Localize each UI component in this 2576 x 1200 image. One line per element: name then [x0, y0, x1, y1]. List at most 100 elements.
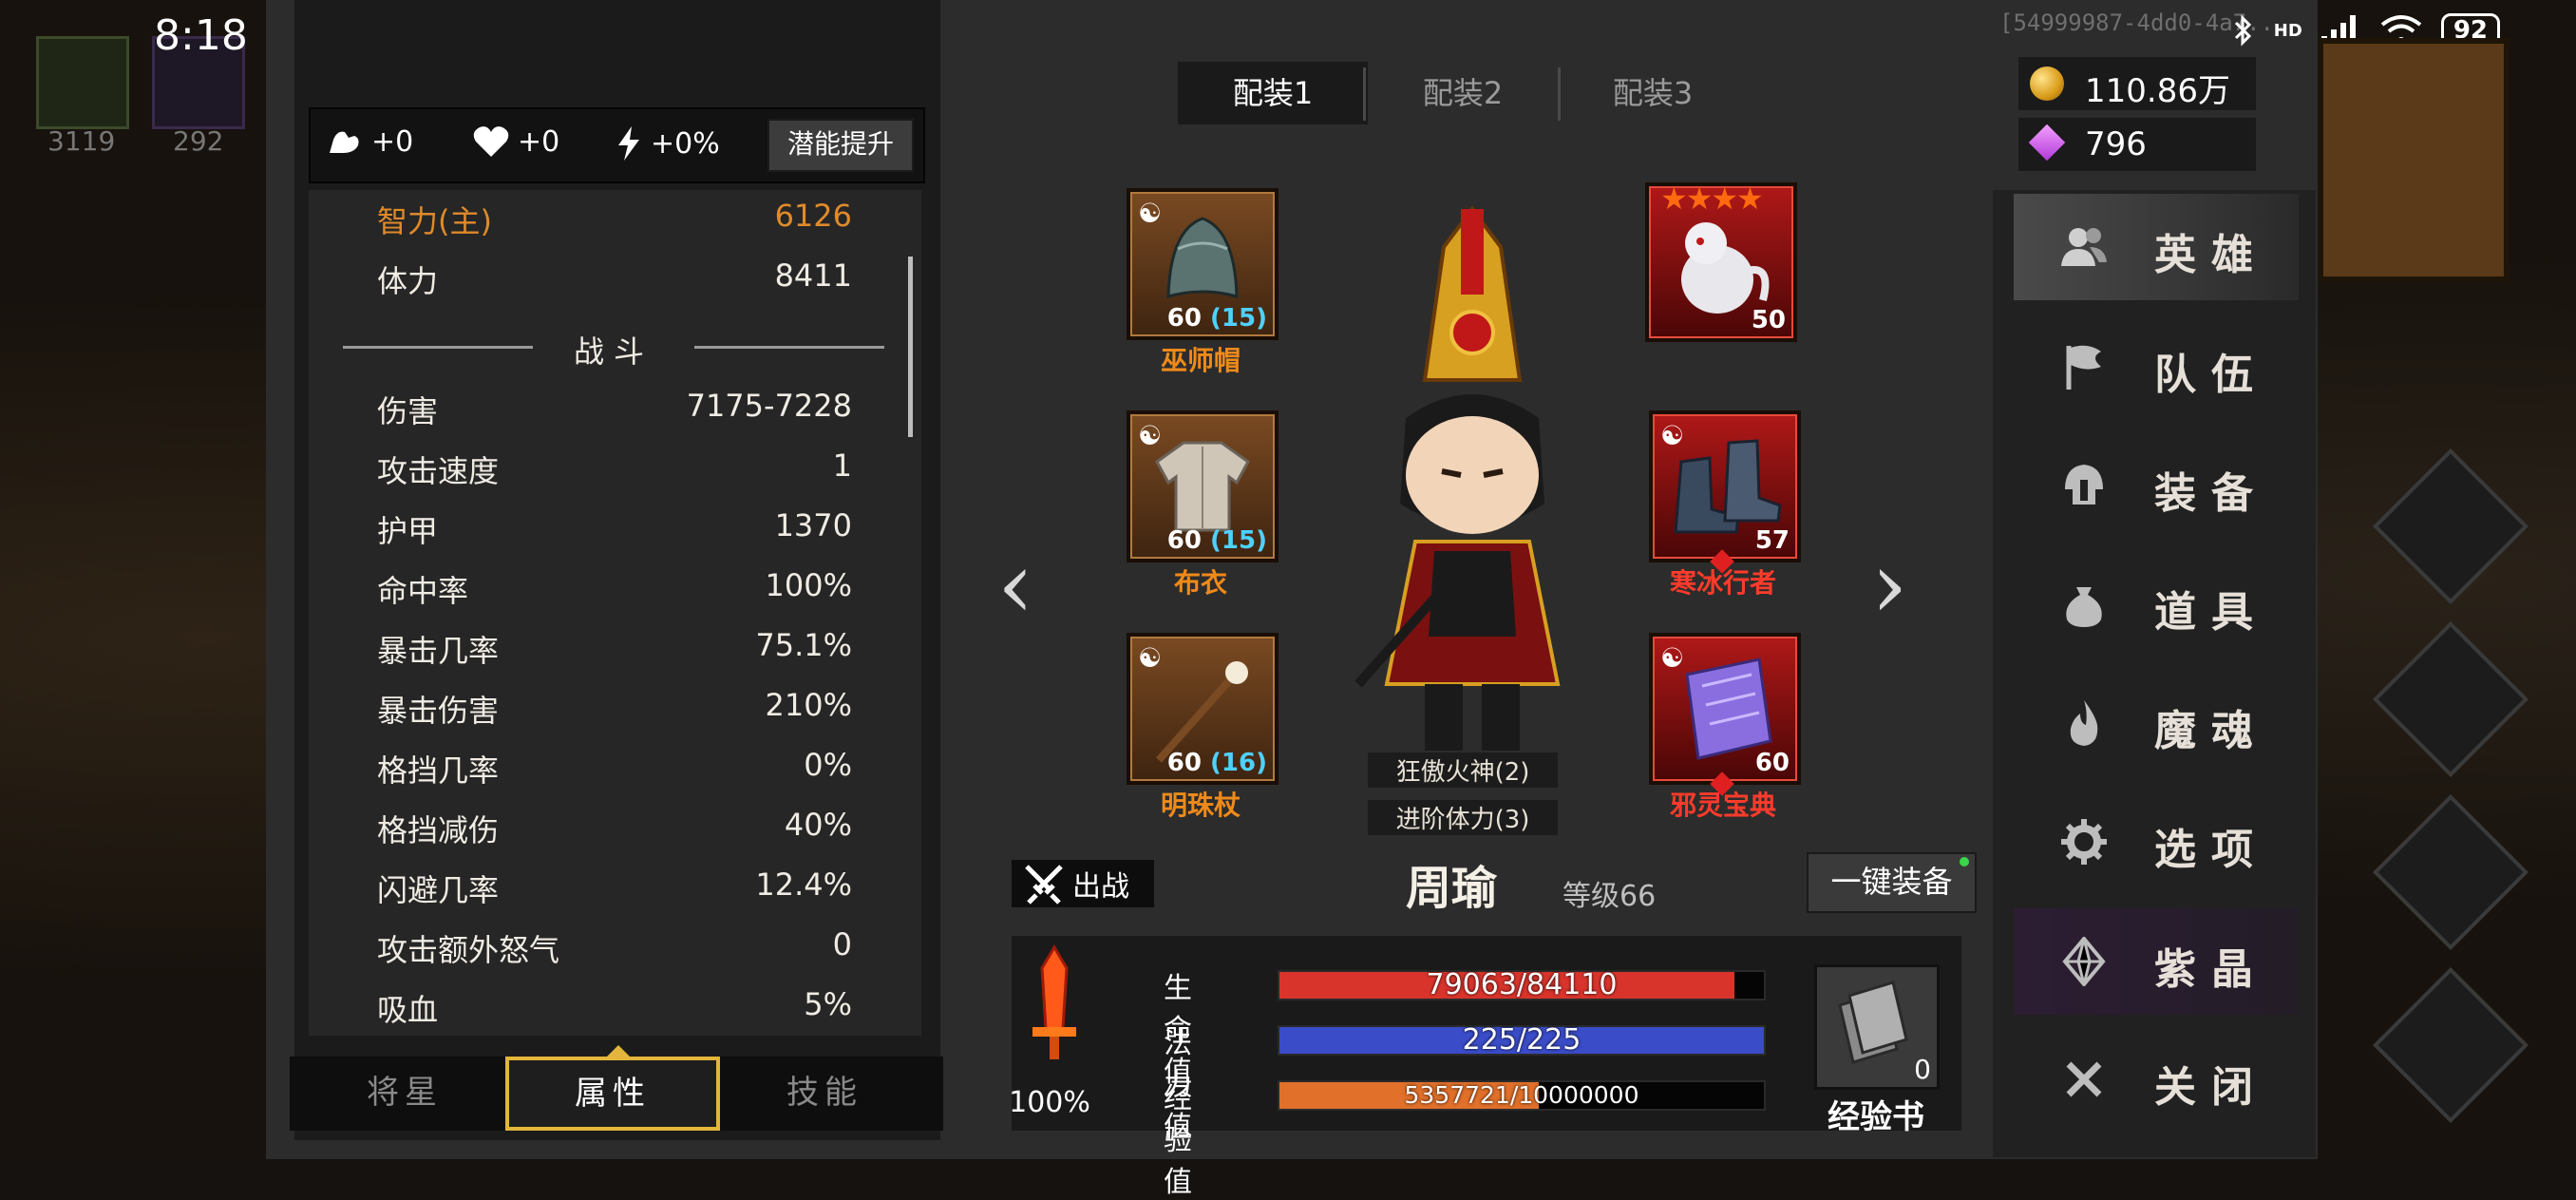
prev-hero-arrow[interactable]: ‹	[997, 532, 1033, 638]
notification-dot	[1960, 857, 1969, 867]
equip-slot-weapon[interactable]: ☯ 60 (16)	[1127, 633, 1279, 785]
game-skill-count: 3119	[47, 125, 116, 157]
set-bonus-label: 进阶体力(3)	[1368, 800, 1558, 835]
nav-equipment[interactable]: 装备	[2014, 432, 2299, 539]
stats-list[interactable]: 智力(主) 6126 体力 8411 战斗 伤害 7175-7228 攻击速度 1 …	[309, 190, 921, 1036]
stat-row: 吸血 5%	[377, 979, 852, 1034]
item-level: 50	[1751, 306, 1786, 334]
stat-value: 1	[832, 448, 852, 484]
status-time: 8:18	[154, 11, 248, 60]
bar-track: 79063/84110	[1278, 968, 1766, 1001]
divider	[1363, 67, 1366, 121]
hero-name: 周瑜	[1406, 862, 1498, 915]
hero-people-icon	[2061, 228, 2107, 266]
tab-loadout-3[interactable]: 配装3	[1558, 62, 1748, 124]
equip-slot-pet[interactable]: ★★★★ 50	[1645, 181, 1797, 342]
equip-slot-boots[interactable]: ☯ 57	[1649, 410, 1801, 574]
tab-loadout-1[interactable]: 配装1	[1178, 62, 1368, 124]
nav-team[interactable]: 队伍	[2014, 314, 2299, 420]
stat-value: 75.1%	[755, 627, 852, 663]
nav-amethyst[interactable]: 紫晶	[2014, 908, 2299, 1015]
stat-value: 6126	[774, 198, 852, 234]
item-level: 60	[1754, 749, 1790, 777]
stat-label: 伤害	[377, 393, 439, 429]
tab-stars[interactable]: 将星	[297, 1057, 512, 1131]
sortie-button[interactable]: 出战	[1012, 860, 1154, 907]
stat-row: 体力 8411	[377, 250, 852, 305]
tab-skills[interactable]: 技能	[717, 1057, 932, 1131]
pouch-icon	[2066, 587, 2102, 627]
stat-label: 护甲	[377, 513, 439, 549]
combat-section-header: 战斗	[343, 318, 884, 375]
nav-close[interactable]: 关闭	[2014, 1026, 2299, 1133]
equip-slot-book[interactable]: ☯ 60	[1649, 633, 1801, 796]
stat-row: 闪避几率 12.4%	[377, 859, 852, 914]
stat-value: 0	[832, 926, 852, 962]
stat-row: 攻击速度 1	[377, 440, 852, 495]
equip-name: 巫师帽	[1160, 345, 1241, 376]
gear-icon	[2061, 819, 2107, 865]
item-level-base: 60	[1166, 749, 1202, 777]
bar-value: 225/225	[1462, 1023, 1582, 1057]
exp-book-label: 经验书	[1828, 1098, 1924, 1136]
stat-label: 智力(主)	[377, 203, 492, 239]
loadout-tabs: 配装1 配装2 配装3	[1178, 62, 1748, 128]
bottom-tab-bar: 将星 属性 技能	[290, 1057, 943, 1131]
hero-level: 等级66	[1563, 880, 1657, 913]
item-level-base: 60	[1166, 304, 1202, 333]
crystal-icon	[2062, 937, 2106, 986]
section-title: 战斗	[573, 333, 653, 370]
bar-label: 经验值	[1164, 1082, 1192, 1199]
bar-value: 79063/84110	[1426, 968, 1618, 1001]
tab-attributes[interactable]: 属性	[505, 1057, 720, 1131]
rage-percent: 100%	[1009, 1086, 1090, 1119]
equip-name: 布衣	[1173, 567, 1227, 599]
stat-row: 护甲 1370	[377, 500, 852, 555]
equip-name: 明珠杖	[1160, 790, 1241, 821]
potential-speed: +0%	[615, 124, 720, 162]
nav-label: 英雄	[2154, 231, 2268, 279]
gem-display: 796	[2018, 118, 2256, 171]
nav-label: 关闭	[2154, 1063, 2268, 1112]
gold-display: 110.86万	[2018, 57, 2256, 110]
flame-icon	[2070, 700, 2098, 746]
stat-label: 攻击速度	[377, 453, 500, 489]
bar-value: 5357721/10000000	[1404, 1081, 1639, 1109]
equip-slot-armor[interactable]: ☯ 60 (15)	[1127, 410, 1279, 562]
minimap[interactable]	[2318, 38, 2510, 282]
nav-options[interactable]: 选项	[2014, 789, 2299, 895]
nav-soul[interactable]: 魔魂	[2014, 670, 2299, 776]
item-level-bonus: (16)	[1210, 749, 1267, 777]
exp-book-count: 0	[1914, 1054, 1931, 1085]
game-skill-slot[interactable]	[36, 36, 129, 129]
flag-icon	[2066, 345, 2101, 390]
stat-value: 40%	[784, 807, 852, 843]
stat-label: 体力	[377, 263, 439, 299]
tab-loadout-2[interactable]: 配装2	[1368, 62, 1558, 124]
stat-row: 格挡减伤 40%	[377, 799, 852, 854]
stat-label: 攻击额外怒气	[377, 932, 560, 968]
stat-label: 吸血	[377, 992, 439, 1028]
item-level: 57	[1754, 526, 1790, 555]
equip-name: 邪灵宝典	[1669, 790, 1776, 821]
purple-gem-icon	[2028, 124, 2066, 162]
equip-slot-hat[interactable]: ☯ 60 (15)	[1127, 188, 1279, 340]
stat-value: 210%	[765, 687, 852, 723]
stat-row-primary: 智力(主) 6126	[377, 190, 852, 245]
stat-row: 伤害 7175-7228	[377, 380, 852, 435]
equip-all-button[interactable]: 一键装备	[1807, 852, 1977, 913]
exp-book-button[interactable]: 0	[1814, 964, 1940, 1090]
next-hero-arrow[interactable]: ›	[1871, 532, 1907, 638]
item-level: 60 (15)	[1167, 526, 1267, 555]
game-skill-count: 292	[173, 125, 224, 157]
potential-value: +0	[371, 124, 414, 159]
nav-items[interactable]: 道具	[2014, 551, 2299, 657]
stat-value: 8411	[774, 257, 852, 294]
stats-scrollbar[interactable]	[908, 257, 913, 437]
nav-hero[interactable]: 英雄	[2014, 194, 2299, 300]
potential-upgrade-button[interactable]: 潜能提升	[767, 119, 914, 172]
hero-model[interactable]	[1320, 190, 1624, 779]
stat-row: 攻击额外怒气 0	[377, 919, 852, 974]
stat-label: 暴击伤害	[377, 693, 500, 729]
active-tab-indicator	[607, 1045, 630, 1057]
